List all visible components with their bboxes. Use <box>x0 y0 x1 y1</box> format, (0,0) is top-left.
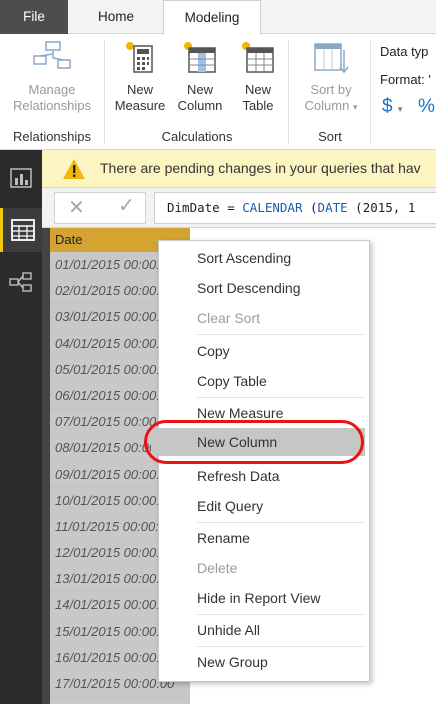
new-table-label-2: Table <box>242 98 274 113</box>
commit-formula-icon[interactable]: ✓ <box>118 193 135 218</box>
left-nav <box>0 150 42 704</box>
pending-changes-banner: There are pending changes in your querie… <box>42 150 436 188</box>
menu-separator <box>197 614 365 615</box>
ribbon-divider <box>104 40 105 144</box>
data-view-button[interactable] <box>0 208 42 252</box>
manage-label-2: Relationships <box>12 98 92 113</box>
formula-input[interactable]: DimDate = CALENDAR (DATE (2015, 1 <box>154 192 436 224</box>
tab-modeling[interactable]: Modeling <box>163 0 261 35</box>
sort-by-column-button[interactable]: Sort by Column ▾ <box>294 40 368 115</box>
new-measure-label-2: Measure <box>114 98 166 113</box>
new-measure-label-1: New <box>126 82 153 97</box>
sort-by-column-icon <box>314 43 349 74</box>
manage-relationships-icon <box>33 41 71 69</box>
relationships-group: Manage Relationships Relationships <box>0 34 104 150</box>
ribbon-divider <box>288 40 289 144</box>
warning-icon <box>63 159 85 179</box>
new-column-button[interactable]: New Column <box>171 40 229 114</box>
ribbon-divider <box>370 40 371 144</box>
new-table-button[interactable]: New Table <box>231 40 285 114</box>
menu-item-new-column[interactable]: New Column <box>151 428 365 456</box>
column-context-menu: Sort Ascending Sort Descending Clear Sor… <box>151 240 370 682</box>
tab-file[interactable]: File <box>0 0 68 34</box>
sort-by-label-1: Sort by <box>310 82 352 97</box>
menu-item-rename[interactable]: Rename <box>159 524 369 552</box>
data-type-label[interactable]: Data typ <box>380 44 428 59</box>
formatting-group: Data typ Format: ' $ ▾ % <box>372 34 436 150</box>
chevron-down-icon: ▾ <box>397 104 403 114</box>
menu-item-delete[interactable]: Delete <box>159 554 369 582</box>
menu-item-copy[interactable]: Copy <box>159 337 369 365</box>
formula-paren: ( <box>302 200 318 215</box>
menu-separator <box>197 646 365 647</box>
calculations-group-label: Calculations <box>161 129 233 144</box>
calculations-group: New Measure New Column New Table Calcula… <box>107 34 287 150</box>
currency-button[interactable]: $ ▾ <box>382 96 402 118</box>
bar-chart-icon <box>10 168 32 188</box>
warning-text: There are pending changes in your querie… <box>100 160 421 176</box>
menu-item-sort-descending[interactable]: Sort Descending <box>159 274 369 302</box>
new-table-label-1: New <box>244 82 271 97</box>
menu-item-copy-table[interactable]: Copy Table <box>159 367 369 395</box>
new-column-label-2: Column <box>177 98 223 113</box>
currency-icon: $ <box>382 96 393 117</box>
formula-prefix: DimDate = <box>167 200 243 215</box>
sort-by-label-2: Column <box>304 98 350 113</box>
menu-item-hide-in-report-view[interactable]: Hide in Report View <box>159 584 369 612</box>
ribbon: Manage Relationships Relationships New M… <box>0 34 436 150</box>
menu-item-unhide-all[interactable]: Unhide All <box>159 616 369 644</box>
relationships-view-button[interactable] <box>0 260 42 304</box>
menu-item-new-group[interactable]: New Group <box>159 648 369 676</box>
menu-item-refresh-data[interactable]: Refresh Data <box>159 462 369 490</box>
manage-label-1: Manage <box>28 82 76 97</box>
formula-bar: ✕ ✓ DimDate = CALENDAR (DATE (2015, 1 <box>42 188 436 228</box>
calculator-icon <box>126 42 153 73</box>
cancel-formula-icon[interactable]: ✕ <box>68 195 85 220</box>
ribbon-tabs: File Home Modeling <box>0 0 436 35</box>
percent-button[interactable]: % <box>418 96 435 118</box>
new-column-label-1: New <box>186 82 213 97</box>
formula-suffix: (2015, 1 <box>347 200 416 215</box>
format-label[interactable]: Format: ' <box>380 72 431 87</box>
manage-relationships-button[interactable]: Manage Relationships <box>6 40 98 114</box>
formula-function-calendar: CALENDAR <box>242 200 303 215</box>
menu-separator <box>197 397 365 398</box>
chevron-down-icon: ▾ <box>352 102 358 112</box>
menu-separator <box>197 522 365 523</box>
new-measure-button[interactable]: New Measure <box>111 40 169 114</box>
relationships-group-label: Relationships <box>12 129 92 144</box>
new-column-icon <box>184 42 216 73</box>
menu-item-edit-query[interactable]: Edit Query <box>159 492 369 520</box>
table-grid-icon <box>10 219 35 241</box>
formula-function-date: DATE <box>317 200 348 215</box>
menu-item-clear-sort[interactable]: Clear Sort <box>159 304 369 332</box>
relationships-icon <box>9 272 32 292</box>
menu-item-new-measure[interactable]: New Measure <box>159 399 369 427</box>
new-table-icon <box>242 42 274 73</box>
menu-item-sort-ascending[interactable]: Sort Ascending <box>159 244 369 272</box>
report-view-button[interactable] <box>0 156 42 200</box>
percent-icon: % <box>418 96 435 117</box>
tab-home[interactable]: Home <box>80 0 152 34</box>
sort-group-label: Sort <box>318 129 342 144</box>
menu-separator <box>197 334 365 335</box>
row-selector-strip <box>42 228 50 704</box>
sort-group: Sort by Column ▾ Sort <box>290 34 370 150</box>
